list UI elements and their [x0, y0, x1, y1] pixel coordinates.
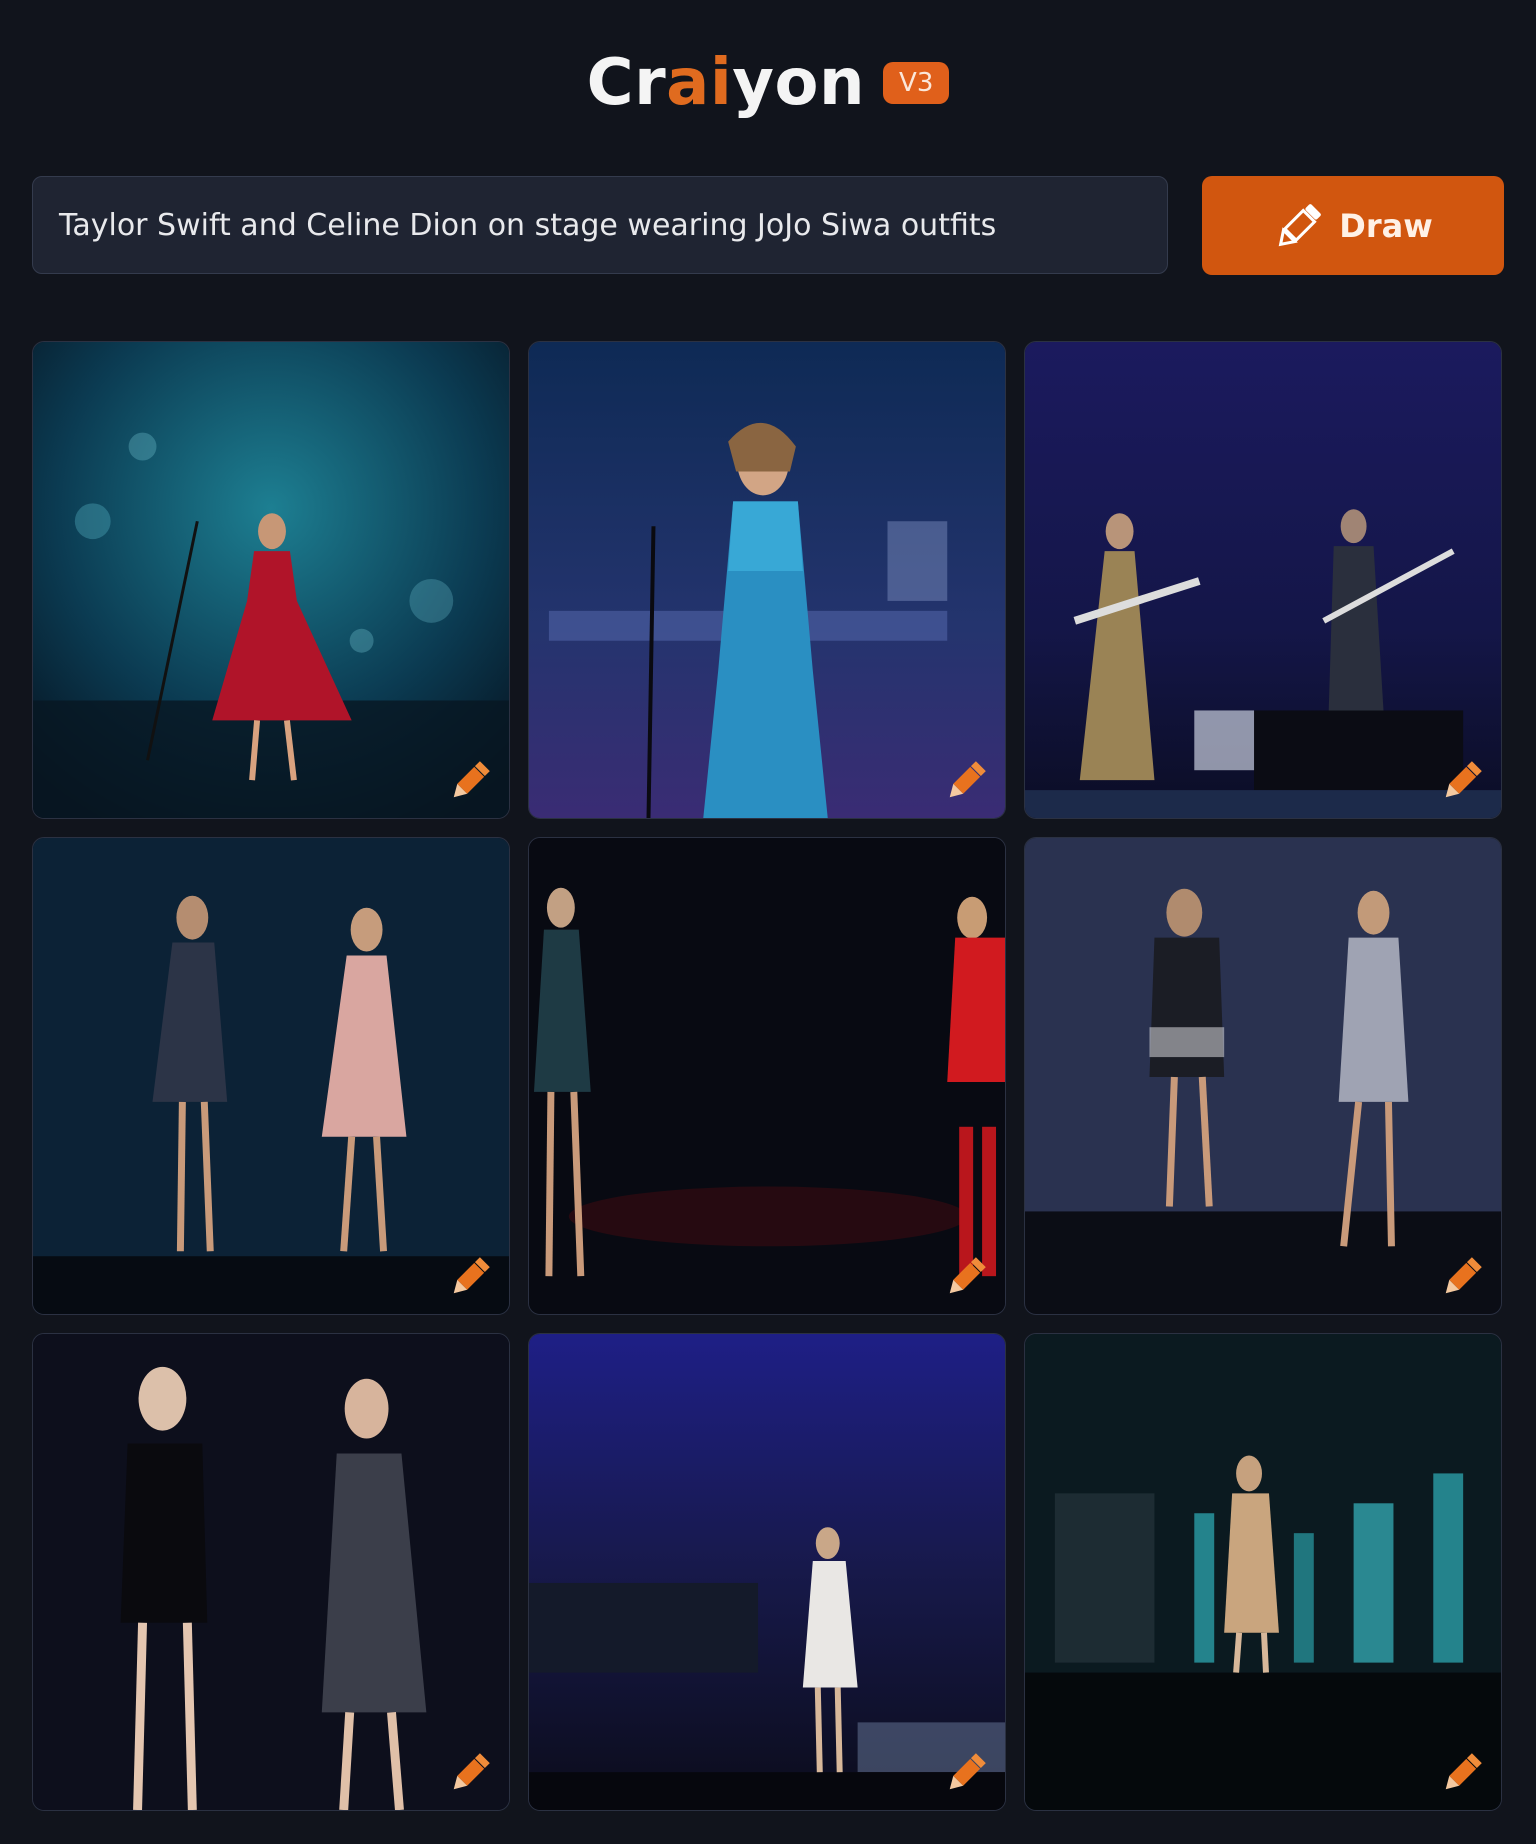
result-image-8[interactable]: [528, 1333, 1006, 1811]
edit-pencil-icon[interactable]: [1439, 758, 1485, 804]
edit-pencil-icon[interactable]: [447, 1254, 493, 1300]
result-image-9[interactable]: [1024, 1333, 1502, 1811]
stage-photo: [1025, 1334, 1501, 1810]
version-badge: V3: [883, 62, 950, 104]
stage-photo: [33, 1334, 509, 1810]
stage-photo: [33, 342, 509, 818]
result-image-1[interactable]: [32, 341, 510, 819]
stage-photo: [33, 838, 509, 1314]
edit-pencil-icon[interactable]: [943, 1254, 989, 1300]
edit-pencil-icon[interactable]: [943, 1750, 989, 1796]
draw-button[interactable]: Draw: [1202, 176, 1504, 275]
header: Craiyon V3: [0, 38, 1536, 128]
stage-photo: [529, 342, 1005, 818]
result-image-4[interactable]: [32, 837, 510, 1315]
edit-pencil-icon[interactable]: [1439, 1750, 1485, 1796]
prompt-input[interactable]: Taylor Swift and Celine Dion on stage we…: [32, 176, 1168, 274]
result-image-3[interactable]: [1024, 341, 1502, 819]
result-image-5[interactable]: [528, 837, 1006, 1315]
app-logo[interactable]: Craiyon: [587, 46, 865, 120]
prompt-text: Taylor Swift and Celine Dion on stage we…: [59, 207, 997, 243]
result-image-6[interactable]: [1024, 837, 1502, 1315]
edit-pencil-icon[interactable]: [1439, 1254, 1485, 1300]
stage-photo: [1025, 838, 1501, 1314]
result-image-7[interactable]: [32, 1333, 510, 1811]
draw-button-label: Draw: [1339, 206, 1433, 245]
stage-photo: [529, 838, 1005, 1314]
edit-pencil-icon[interactable]: [447, 1750, 493, 1796]
edit-pencil-icon[interactable]: [447, 758, 493, 804]
stage-photo: [1025, 342, 1501, 818]
edit-pencil-icon[interactable]: [943, 758, 989, 804]
results-grid: [32, 341, 1502, 1811]
result-image-2[interactable]: [528, 341, 1006, 819]
stage-photo: [529, 1334, 1005, 1810]
pencil-icon: [1278, 203, 1322, 246]
